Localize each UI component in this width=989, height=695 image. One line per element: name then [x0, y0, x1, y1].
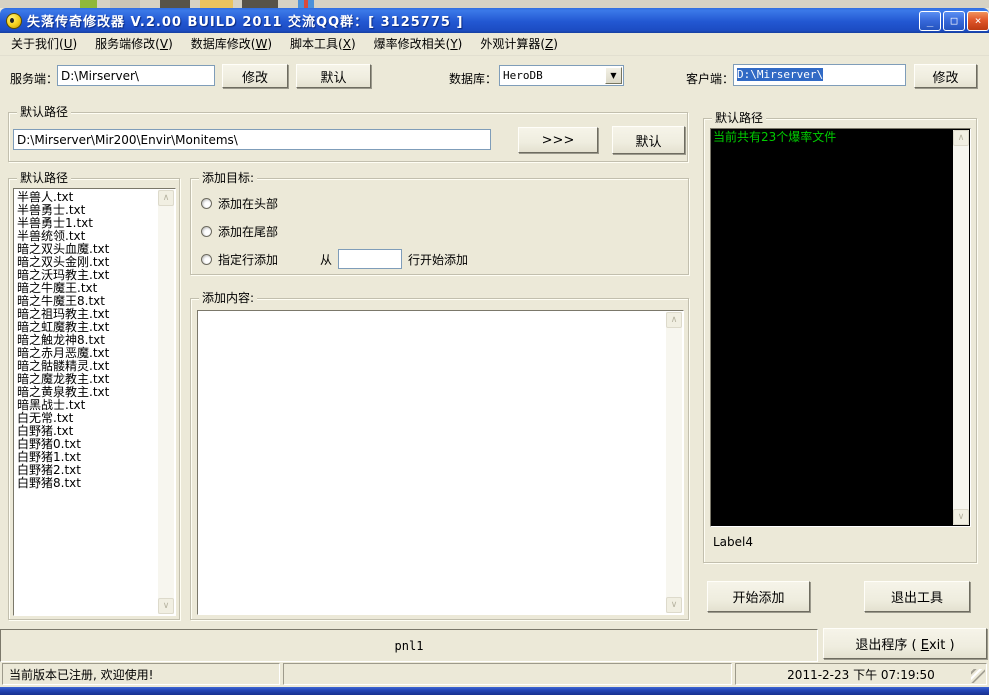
server-default-button[interactable]: 默认: [296, 64, 371, 88]
add-content-text[interactable]: [200, 313, 665, 612]
server-path-label: 服务端：: [10, 70, 58, 87]
file-listbox[interactable]: 半兽人.txt半兽勇士.txt半兽勇士1.txt半兽统领.txt暗之双头血魔.t…: [13, 188, 176, 616]
add-target-group-title: 添加目标:: [199, 171, 257, 186]
background-window-strip: [0, 0, 989, 8]
window-controls: _ □ ×: [919, 11, 989, 31]
background-text-fragment: [242, 0, 278, 8]
server-path-input[interactable]: [57, 65, 215, 86]
radio-icon[interactable]: [201, 226, 212, 237]
radio-add-line-label: 指定行添加: [218, 251, 278, 268]
status-middle-section: [283, 663, 732, 685]
menu-item[interactable]: 关于我们(U): [2, 33, 86, 55]
background-icon-fragment: [298, 0, 314, 8]
scroll-up-icon[interactable]: ∧: [158, 190, 174, 206]
taskbar-strip: [0, 687, 989, 695]
exit-program-button[interactable]: 退出程序 ( Exit ): [823, 628, 987, 659]
server-modify-button[interactable]: 修改: [222, 64, 288, 88]
application-window: 失落传奇修改器 V.2.00 BUILD 2011 交流QQ群：[ 312577…: [0, 0, 989, 695]
menu-item[interactable]: 服务端修改(V): [86, 33, 182, 55]
chevron-down-icon: ▼: [610, 67, 616, 84]
start-add-button[interactable]: 开始添加: [707, 581, 810, 612]
console-scrollbar[interactable]: ∧ ∨: [953, 130, 969, 525]
radio-add-head-label: 添加在头部: [218, 195, 278, 212]
close-button[interactable]: ×: [967, 11, 989, 31]
monitems-path-input[interactable]: [13, 129, 491, 150]
menu-bar: 关于我们(U)服务端修改(V)数据库修改(W)脚本工具(X)爆率修改相关(Y)外…: [0, 33, 989, 56]
status-left-section: 当前版本已注册, 欢迎使用!: [2, 663, 280, 685]
add-content-textarea[interactable]: ∧ ∨: [197, 310, 684, 615]
file-list-group: 默认路径 半兽人.txt半兽勇士.txt半兽勇士1.txt半兽统领.txt暗之双…: [8, 178, 180, 620]
content-scrollbar[interactable]: ∧ ∨: [666, 312, 682, 613]
status-label4: Label4: [713, 535, 753, 549]
status-right-section: 2011-2-23 下午 07:19:50: [735, 663, 987, 685]
radio-add-line[interactable]: 指定行添加 从 行开始添加: [201, 249, 468, 269]
background-icon-fragment: [80, 0, 97, 8]
scroll-up-icon[interactable]: ∧: [666, 312, 682, 328]
radio-add-tail[interactable]: 添加在尾部: [201, 223, 278, 240]
status-bar: 当前版本已注册, 欢迎使用! 2011-2-23 下午 07:19:50: [0, 663, 989, 687]
background-text-fragment: [160, 0, 190, 8]
radio-add-head[interactable]: 添加在头部: [201, 195, 278, 212]
exit-program-label: 退出程序 ( Exit ): [855, 634, 954, 653]
client-path-label: 客户端：: [686, 70, 734, 87]
console-group: 默认路径 当前共有23个爆率文件 ∧ ∨ Label4: [703, 118, 977, 563]
console-listbox[interactable]: 当前共有23个爆率文件 ∧ ∨: [710, 128, 971, 527]
title-bar[interactable]: 失落传奇修改器 V.2.00 BUILD 2011 交流QQ群：[ 312577…: [0, 8, 989, 33]
background-icon-fragment: [200, 0, 233, 8]
add-target-group: 添加目标: 添加在头部 添加在尾部 指定行添加 从 行开始添加: [190, 178, 689, 275]
radio-add-tail-label: 添加在尾部: [218, 223, 278, 240]
radio-icon[interactable]: [201, 254, 212, 265]
status-registered-text: 当前版本已注册, 欢迎使用!: [9, 666, 153, 683]
scroll-down-icon[interactable]: ∨: [953, 509, 969, 525]
menu-item[interactable]: 外观计算器(Z): [471, 33, 567, 55]
scroll-up-icon[interactable]: ∧: [953, 130, 969, 146]
scroll-down-icon[interactable]: ∨: [666, 597, 682, 613]
menu-item[interactable]: 数据库修改(W): [182, 33, 281, 55]
from-label: 从: [320, 251, 332, 268]
maximize-button[interactable]: □: [943, 11, 965, 31]
file-list-group-title: 默认路径: [17, 171, 71, 186]
minimize-button[interactable]: _: [919, 11, 941, 31]
exit-tool-button[interactable]: 退出工具: [864, 581, 970, 612]
database-label: 数据库：: [449, 70, 497, 87]
client-path-input[interactable]: D:\Mirserver\: [733, 64, 906, 86]
bottom-panel: pnl1: [0, 629, 818, 662]
client-modify-button[interactable]: 修改: [914, 64, 977, 88]
app-icon: [6, 13, 22, 29]
bottom-panel-label: pnl1: [395, 639, 424, 653]
menu-item[interactable]: 爆率修改相关(Y): [365, 33, 472, 55]
default-path-group: 默认路径 >>> 默认: [8, 112, 688, 162]
menu-item[interactable]: 脚本工具(X): [281, 33, 365, 55]
path-default-button[interactable]: 默认: [612, 126, 685, 154]
console-text: 当前共有23个爆率文件: [713, 130, 952, 144]
add-content-group: 添加内容: ∧ ∨: [190, 298, 689, 620]
file-list-scrollbar[interactable]: ∧ ∨: [158, 190, 174, 614]
browse-button[interactable]: >>>: [518, 127, 598, 153]
database-combobox[interactable]: HeroDB ▼: [499, 65, 624, 86]
add-content-group-title: 添加内容:: [199, 291, 257, 306]
line-number-input[interactable]: [338, 249, 402, 269]
resize-grip-icon[interactable]: [971, 669, 985, 683]
window-title: 失落传奇修改器 V.2.00 BUILD 2011 交流QQ群：[ 312577…: [27, 11, 463, 30]
client-path-selected-text: D:\Mirserver\: [737, 68, 823, 81]
database-selected-value: HeroDB: [503, 69, 543, 82]
default-path-group-title: 默认路径: [17, 105, 71, 120]
scroll-down-icon[interactable]: ∨: [158, 598, 174, 614]
file-list-items: 半兽人.txt半兽勇士.txt半兽勇士1.txt半兽统领.txt暗之双头血魔.t…: [15, 191, 157, 613]
background-icon-fragment: [110, 0, 140, 8]
combo-dropdown-button[interactable]: ▼: [605, 67, 622, 84]
console-group-title: 默认路径: [712, 111, 766, 126]
file-list-item[interactable]: 白野猪8.txt: [15, 477, 157, 490]
radio-icon[interactable]: [201, 198, 212, 209]
line-suffix-label: 行开始添加: [408, 251, 468, 268]
status-datetime: 2011-2-23 下午 07:19:50: [787, 666, 935, 683]
